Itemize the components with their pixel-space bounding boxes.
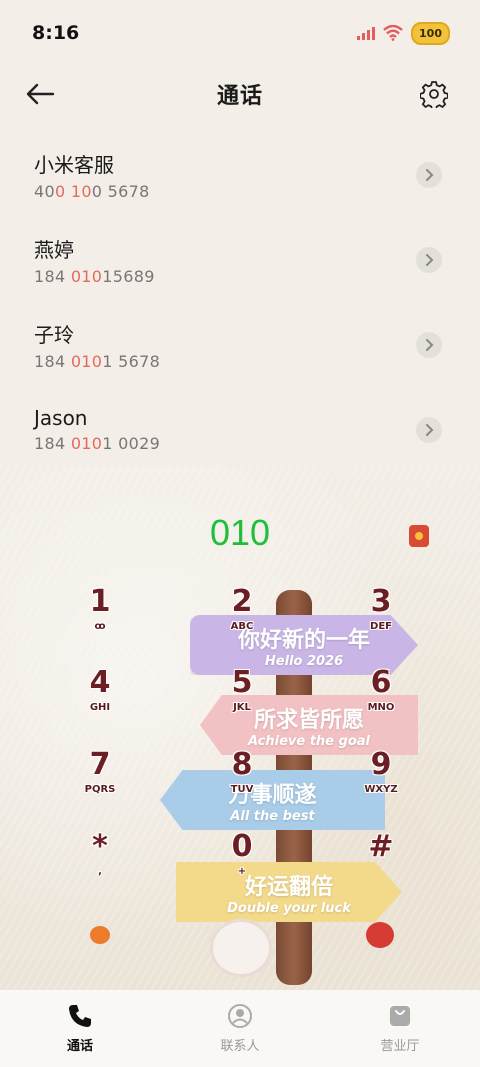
contact-number: 184 0101 0029	[34, 434, 161, 453]
wifi-icon	[383, 25, 403, 41]
contacts-icon	[228, 1004, 252, 1028]
tab-label: 营业厅	[380, 1039, 420, 1054]
voicemail-icon: ꝏ	[94, 621, 106, 632]
contact-result-row[interactable]: Jason 184 0101 0029	[0, 387, 480, 472]
key-3[interactable]: 3 DEF	[326, 585, 436, 655]
contact-detail-button[interactable]	[416, 417, 442, 443]
contact-detail-button[interactable]	[416, 332, 442, 358]
contact-result-row[interactable]: 燕婷 184 01015689	[0, 217, 480, 302]
contact-name: 小米客服	[34, 152, 114, 177]
bunny-decoration-icon	[213, 922, 269, 974]
contact-number: 184 0101 5678	[34, 351, 161, 371]
search-results-list: 小米客服 400 100 5678 燕婷 184 01015689 子玲 184…	[0, 132, 480, 472]
store-bag-icon	[390, 1006, 410, 1026]
contact-detail-button[interactable]	[416, 162, 442, 188]
contact-name: 燕婷	[34, 237, 74, 262]
tab-contacts[interactable]: 联系人	[160, 990, 320, 1067]
contact-number: 400 100 5678	[34, 181, 150, 201]
red-packet-icon[interactable]	[409, 525, 429, 547]
tab-service-hall[interactable]: 营业厅	[320, 990, 480, 1067]
key-0[interactable]: 0 +	[187, 830, 297, 900]
gear-icon	[419, 81, 449, 111]
phone-icon	[69, 1005, 91, 1027]
tangerine-decoration-icon	[90, 926, 110, 944]
key-4[interactable]: 4 GHI	[45, 666, 155, 736]
dial-input-display[interactable]: 010	[0, 512, 480, 554]
chevron-right-icon	[426, 339, 434, 351]
chevron-right-icon	[426, 169, 434, 181]
apple-decoration-icon	[366, 922, 394, 948]
tab-label: 联系人	[220, 1039, 260, 1054]
contact-result-row[interactable]: 子玲 184 0101 5678	[0, 302, 480, 387]
key-2[interactable]: 2 ABC	[187, 585, 297, 655]
key-9[interactable]: 9 WXYZ	[326, 748, 436, 818]
key-star[interactable]: * ,	[45, 830, 155, 900]
contact-number: 184 01015689	[34, 266, 155, 286]
bottom-nav: 通话 联系人 营业厅	[0, 990, 480, 1067]
settings-button[interactable]	[419, 80, 449, 111]
chevron-right-icon	[426, 254, 434, 266]
contact-result-row[interactable]: 小米客服 400 100 5678	[0, 132, 480, 217]
key-8[interactable]: 8 TUV	[187, 748, 297, 818]
contact-name: 子玲	[34, 322, 74, 347]
page-title: 通话	[216, 84, 263, 109]
key-6[interactable]: 6 MNO	[326, 666, 436, 736]
key-1[interactable]: 1 ꝏ	[45, 585, 155, 655]
tab-label: 通话	[66, 1039, 93, 1054]
signal-icon	[357, 26, 376, 40]
key-hash[interactable]: #	[326, 830, 436, 900]
chevron-right-icon	[426, 424, 434, 436]
contact-name: Jason	[34, 406, 88, 430]
status-time: 8:16	[32, 22, 80, 44]
status-bar: 8:16 100	[0, 0, 480, 66]
top-bar: 通话	[0, 66, 480, 122]
battery-indicator: 100	[411, 21, 450, 45]
tab-calls[interactable]: 通话	[0, 990, 160, 1067]
key-7[interactable]: 7 PQRS	[45, 748, 155, 818]
back-button[interactable]	[24, 80, 56, 108]
status-icons: 100	[357, 21, 450, 45]
key-5[interactable]: 5 JKL	[187, 666, 297, 736]
back-arrow-icon	[26, 83, 55, 105]
contact-detail-button[interactable]	[416, 247, 442, 273]
